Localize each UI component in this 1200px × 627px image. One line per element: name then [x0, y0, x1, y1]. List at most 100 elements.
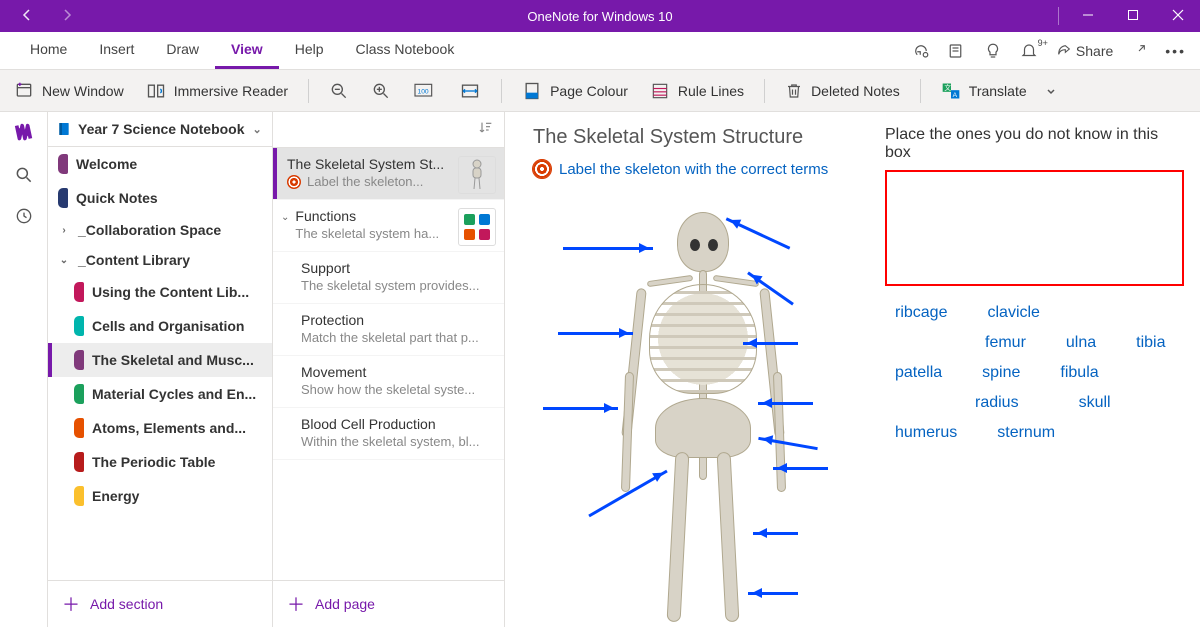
section-item[interactable]: Cells and Organisation — [48, 309, 272, 343]
page-width-button[interactable] — [457, 77, 483, 105]
section-label: The Skeletal and Musc... — [92, 352, 254, 368]
section-item[interactable]: Material Cycles and En... — [48, 377, 272, 411]
page-item-title: Protection — [287, 312, 492, 328]
word-bank-term[interactable]: fibula — [1060, 364, 1098, 382]
unknown-drop-box[interactable] — [885, 170, 1184, 286]
page-item-preview: Match the skeletal part that p... — [287, 330, 492, 345]
word-bank: ribcage clavicle femur ulna tibia patella spin… — [885, 304, 1184, 442]
chevron-down-icon: ⌄ — [281, 212, 289, 223]
page-item-title: Blood Cell Production — [287, 416, 492, 432]
forward-button[interactable] — [50, 7, 84, 26]
section-item[interactable]: Quick Notes — [48, 181, 272, 215]
tab-help[interactable]: Help — [279, 32, 340, 69]
page-item[interactable]: SupportThe skeletal system provides... — [273, 252, 504, 304]
section-label: The Periodic Table — [92, 454, 215, 470]
word-bank-term[interactable]: skull — [1079, 394, 1111, 412]
word-bank-term[interactable]: spine — [982, 364, 1020, 382]
word-bank-term[interactable]: humerus — [895, 424, 957, 442]
close-button[interactable] — [1155, 1, 1200, 31]
sync-icon[interactable] — [912, 42, 930, 60]
sort-icon[interactable] — [478, 120, 494, 139]
section-item[interactable]: Energy — [48, 479, 272, 513]
label-arrow — [748, 592, 798, 595]
back-button[interactable] — [10, 7, 44, 26]
word-bank-term[interactable]: patella — [895, 364, 942, 382]
page-canvas[interactable]: The Skeletal System Structure Label the … — [505, 112, 1200, 627]
section-item[interactable]: The Periodic Table — [48, 445, 272, 479]
word-bank-term[interactable]: radius — [975, 394, 1019, 412]
notification-badge: 9+ — [1038, 38, 1048, 48]
section-item[interactable]: Welcome — [48, 147, 272, 181]
tab-draw[interactable]: Draw — [150, 32, 215, 69]
page-colour-button[interactable]: Page Colour — [520, 77, 630, 105]
section-list: Year 7 Science Notebook ⌄ WelcomeQuick N… — [48, 112, 273, 627]
search-icon[interactable] — [14, 165, 34, 188]
section-label: Cells and Organisation — [92, 318, 244, 334]
ribbon-tabs: Home Insert Draw View Help Class Noteboo… — [0, 32, 1200, 70]
section-item[interactable]: Using the Content Lib... — [48, 275, 272, 309]
tab-class-notebook[interactable]: Class Notebook — [340, 32, 471, 69]
chevron-down-icon: ⌄ — [58, 255, 70, 266]
word-bank-term[interactable]: tibia — [1136, 334, 1165, 352]
lightbulb-icon[interactable] — [984, 42, 1002, 60]
ribbon-separator — [920, 79, 921, 103]
chevron-right-icon: › — [58, 225, 70, 236]
section-group[interactable]: › _Collaboration Space — [48, 215, 272, 245]
target-icon — [287, 175, 301, 189]
label-arrow — [773, 467, 828, 470]
translate-dropdown[interactable] — [1043, 81, 1059, 101]
zoom-in-button[interactable] — [369, 77, 393, 105]
word-bank-term[interactable]: ribcage — [895, 304, 947, 322]
more-icon[interactable]: ••• — [1165, 43, 1186, 59]
section-item[interactable]: The Skeletal and Musc... — [48, 343, 272, 377]
zoom-100-button[interactable]: 100 — [411, 77, 439, 105]
immersive-reader-button[interactable]: Immersive Reader — [144, 77, 290, 105]
tab-view[interactable]: View — [215, 32, 279, 69]
deleted-notes-button[interactable]: Deleted Notes — [783, 77, 902, 105]
add-page-button[interactable]: ＋ Add page — [273, 580, 504, 627]
section-color-tab — [58, 188, 68, 208]
zoom-out-button[interactable] — [327, 77, 351, 105]
page-item[interactable]: Blood Cell Production Within the skeletal… — [273, 408, 504, 460]
word-bank-term[interactable]: clavicle — [987, 304, 1039, 322]
page-item[interactable]: The Skeletal System St...Label the skele… — [273, 148, 504, 200]
page-title: The Skeletal System Structure — [533, 126, 803, 149]
page-item[interactable]: Protection Match the skeletal part that p… — [273, 304, 504, 356]
new-window-button[interactable]: New Window — [12, 77, 126, 105]
label-arrow — [758, 402, 813, 405]
ribbon-separator — [764, 79, 765, 103]
label-arrow — [563, 247, 653, 250]
section-group[interactable]: ⌄_Content Library — [48, 245, 272, 275]
recent-icon[interactable] — [14, 206, 34, 229]
minimize-button[interactable] — [1065, 1, 1110, 31]
share-button[interactable]: Share — [1056, 43, 1113, 59]
page-thumbnail — [458, 156, 496, 194]
page-item[interactable]: MovementShow how the skeletal syste... — [273, 356, 504, 408]
word-bank-term[interactable]: sternum — [997, 424, 1055, 442]
section-item[interactable]: Atoms, Elements and... — [48, 411, 272, 445]
tab-home[interactable]: Home — [14, 32, 83, 69]
section-color-tab — [74, 486, 84, 506]
page-item-preview: Within the skeletal system, bl... — [287, 434, 492, 449]
notifications-icon[interactable]: 9+ — [1020, 42, 1038, 60]
rule-lines-button[interactable]: Rule Lines — [648, 77, 746, 105]
word-bank-term[interactable]: femur — [985, 334, 1026, 352]
svg-text:A: A — [952, 91, 957, 98]
tab-insert[interactable]: Insert — [83, 32, 150, 69]
label-arrow — [543, 407, 618, 410]
page-item[interactable]: ⌄FunctionsThe skeletal system ha... — [273, 200, 504, 252]
maximize-button[interactable] — [1110, 1, 1155, 31]
meeting-icon[interactable] — [948, 42, 966, 60]
page-item-preview: Show how the skeletal syste... — [287, 382, 492, 397]
notebook-picker[interactable]: Year 7 Science Notebook ⌄ — [48, 112, 272, 147]
title-bar: OneNote for Windows 10 — [0, 0, 1200, 32]
section-label: Using the Content Lib... — [92, 284, 249, 300]
notebooks-icon[interactable] — [13, 122, 35, 147]
label-arrow — [743, 342, 798, 345]
word-bank-term[interactable]: ulna — [1066, 334, 1096, 352]
translate-button[interactable]: 文A Translate — [939, 77, 1029, 105]
fullscreen-icon[interactable] — [1131, 43, 1147, 59]
add-section-button[interactable]: ＋ Add section — [48, 580, 272, 627]
skeleton-figure — [623, 212, 783, 612]
section-label: _Collaboration Space — [78, 222, 221, 238]
